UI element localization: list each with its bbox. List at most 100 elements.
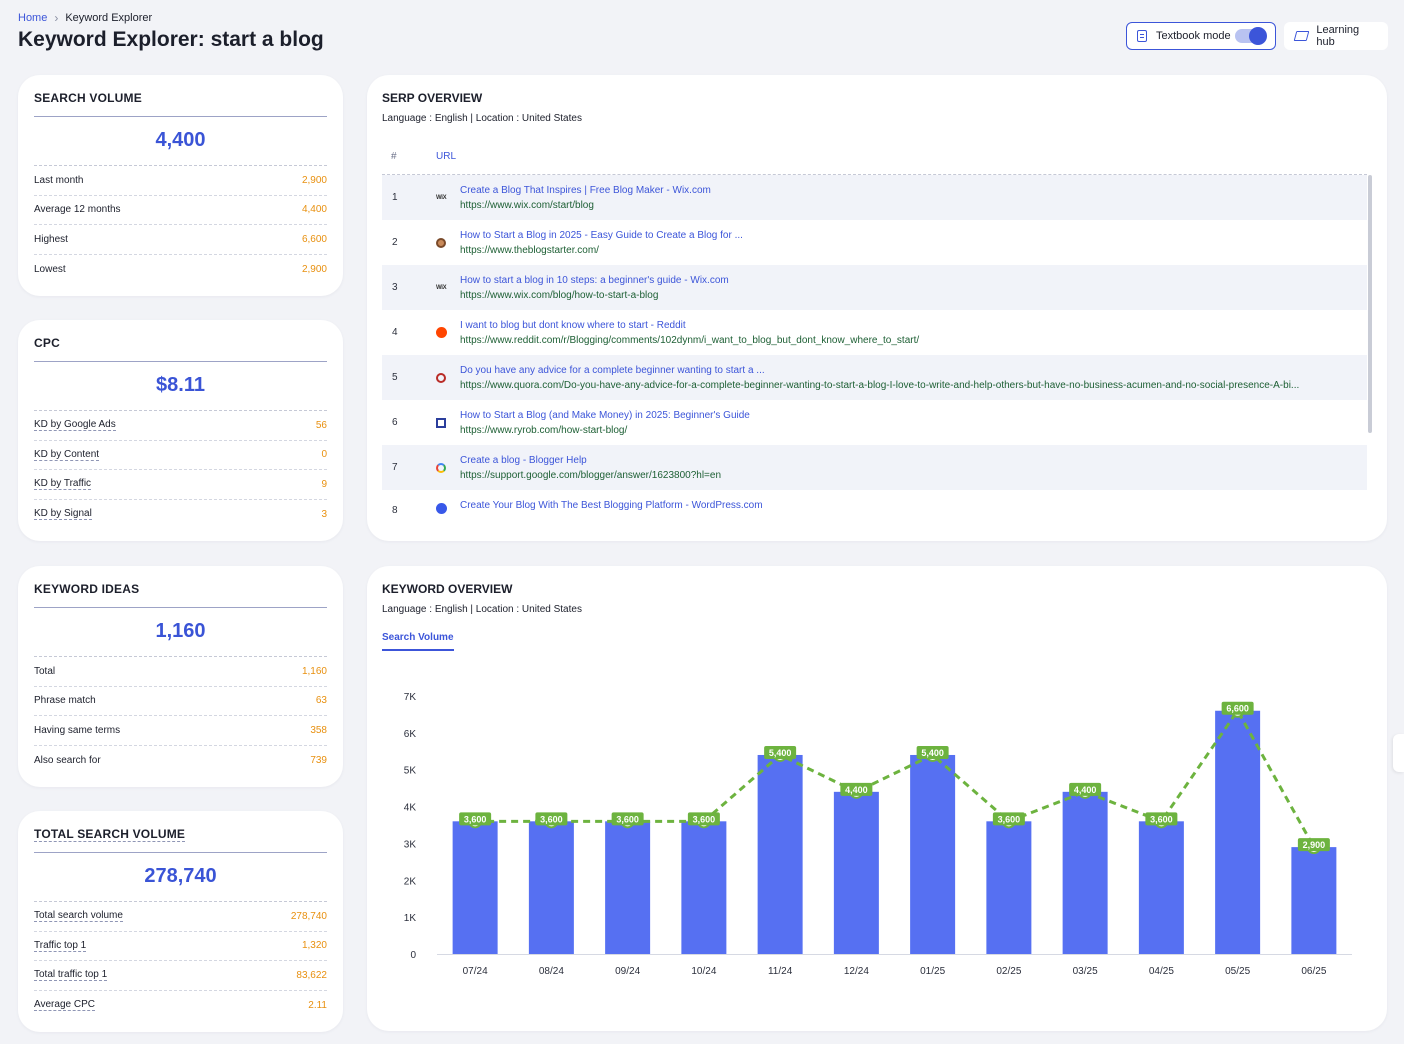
result-title-link[interactable]: Do you have any advice for a complete be… — [460, 365, 1367, 376]
metric-value: 358 — [310, 724, 327, 736]
page-title-keyword: start a blog — [210, 28, 324, 51]
metric-label[interactable]: KD by Google Ads — [34, 419, 116, 432]
y-tick-label: 6K — [404, 729, 417, 740]
textbook-mode-button[interactable]: Textbook mode — [1126, 22, 1276, 50]
metric-value: 56 — [315, 419, 327, 431]
result-text: Create a blog - Blogger Help https://sup… — [460, 455, 1367, 481]
metric-row: Having same terms 358 — [34, 716, 327, 746]
table-row: 7 Create a blog - Blogger Help https://s… — [382, 445, 1367, 490]
serp-table-body[interactable]: 1 WiX Create a Blog That Inspires | Free… — [382, 175, 1372, 515]
metric-label[interactable]: Total traffic top 1 — [34, 969, 108, 982]
table-row: 3 WiX How to start a blog in 10 steps: a… — [382, 265, 1367, 310]
data-label: 3,600 — [464, 814, 487, 824]
metric-value: 2.11 — [308, 999, 327, 1011]
keyword-ideas-card: KEYWORD IDEAS 1,160 Total 1,160 Phrase ma… — [18, 566, 343, 787]
result-title-link[interactable]: How to start a blog in 10 steps: a begin… — [460, 275, 1367, 286]
x-tick-label: 09/24 — [615, 966, 640, 977]
result-title-link[interactable]: Create Your Blog With The Best Blogging … — [460, 500, 1367, 511]
result-title-link[interactable]: Create a blog - Blogger Help — [460, 455, 1367, 466]
result-title-link[interactable]: I want to blog but dont know where to st… — [460, 320, 1367, 331]
keyword-overview-card: KEYWORD OVERVIEW Language : English | Lo… — [367, 566, 1387, 1031]
metric-label[interactable]: Average CPC — [34, 999, 95, 1012]
wix-icon: WiX — [436, 285, 460, 291]
metric-row: Highest 6,600 — [34, 225, 327, 255]
textbook-mode-label: Textbook mode — [1156, 30, 1231, 42]
result-url[interactable]: https://www.wix.com/blog/how-to-start-a-… — [460, 290, 1367, 301]
metric-label[interactable]: KD by Content — [34, 449, 100, 461]
metric-row: Lowest 2,900 — [34, 255, 327, 285]
metric-label: Having same terms — [34, 724, 121, 736]
data-label: 3,600 — [693, 814, 716, 824]
metric-row: Traffic top 1 1,320 — [34, 932, 327, 961]
result-title-link[interactable]: How to Start a Blog in 2025 - Easy Guide… — [460, 230, 1367, 241]
data-label: 4,400 — [845, 785, 868, 795]
total-search-volume-title: TOTAL SEARCH VOLUME — [34, 827, 327, 853]
toggle-knob — [1249, 27, 1267, 45]
result-url[interactable]: https://www.reddit.com/r/Blogging/commen… — [460, 335, 1367, 346]
serp-overview-title: SERP OVERVIEW — [382, 91, 483, 105]
metric-row: Total 1,160 — [34, 657, 327, 687]
table-row: 1 WiX Create a Blog That Inspires | Free… — [382, 175, 1367, 220]
chart-bar — [1062, 791, 1108, 954]
chart-bar — [1291, 847, 1337, 954]
result-text: How to Start a Blog in 2025 - Easy Guide… — [460, 230, 1367, 256]
y-tick-label: 3K — [404, 839, 417, 850]
metric-label: Phrase match — [34, 695, 96, 707]
table-row: 4 I want to blog but dont know where to … — [382, 310, 1367, 355]
data-label: 3,600 — [540, 814, 563, 824]
result-title-link[interactable]: Create a Blog That Inspires | Free Blog … — [460, 185, 1367, 196]
metric-row: Last month 2,900 — [34, 166, 327, 196]
page-title: Keyword Explorer: start a blog — [18, 28, 324, 52]
chart-bar — [986, 821, 1032, 954]
breadcrumb-home-link[interactable]: Home — [18, 12, 47, 24]
serp-overview-subtitle: Language : English | Location : United S… — [382, 113, 582, 124]
chart-bar — [1138, 821, 1184, 954]
serp-table-header: # URL — [382, 151, 1367, 175]
result-url[interactable]: https://support.google.com/blogger/answe… — [460, 470, 1367, 481]
serp-scrollbar[interactable] — [1368, 175, 1372, 433]
keyword-ideas-title: KEYWORD IDEAS — [34, 582, 327, 608]
result-url[interactable]: https://www.ryrob.com/how-start-blog/ — [460, 425, 1367, 436]
learning-hub-label: Learning hub — [1316, 24, 1360, 48]
data-label: 2,900 — [1303, 840, 1326, 850]
side-panel-handle[interactable] — [1393, 734, 1404, 772]
textbook-mode-toggle[interactable] — [1235, 27, 1267, 45]
x-tick-label: 06/25 — [1301, 966, 1326, 977]
y-tick-label: 0 — [410, 950, 416, 961]
chart-bar — [452, 821, 498, 954]
metric-row: KD by Google Ads 56 — [34, 411, 327, 441]
data-label: 5,400 — [921, 748, 944, 758]
metric-label: Last month — [34, 174, 84, 186]
total-search-volume-card: TOTAL SEARCH VOLUME 278,740 Total search… — [18, 811, 343, 1032]
ryrob-icon — [436, 417, 446, 428]
total-search-volume-title-text[interactable]: TOTAL SEARCH VOLUME — [34, 827, 186, 842]
metric-label: Average 12 months — [34, 204, 121, 216]
metric-row: Total search volume 278,740 — [34, 902, 327, 932]
metric-label: Lowest — [34, 263, 66, 275]
data-label: 3,600 — [998, 814, 1021, 824]
metric-row: Average 12 months 4,400 — [34, 196, 327, 225]
metric-label[interactable]: Traffic top 1 — [34, 940, 87, 952]
result-title-link[interactable]: How to Start a Blog (and Make Money) in … — [460, 410, 1367, 421]
result-url[interactable]: https://www.theblogstarter.com/ — [460, 245, 1367, 256]
result-text: How to start a blog in 10 steps: a begin… — [460, 275, 1367, 301]
metric-label[interactable]: Total search volume — [34, 910, 123, 923]
rank-number: 8 — [392, 505, 398, 515]
data-label: 6,600 — [1226, 704, 1249, 714]
metric-label[interactable]: KD by Traffic — [34, 478, 92, 491]
result-url[interactable]: https://www.wix.com/start/blog — [460, 200, 1367, 211]
total-search-volume-value: 278,740 — [34, 853, 327, 902]
metric-value: 4,400 — [301, 204, 327, 216]
x-tick-label: 08/24 — [539, 966, 564, 977]
metric-value: 63 — [315, 695, 327, 707]
x-tick-label: 02/25 — [996, 966, 1021, 977]
chevron-right-icon: › — [54, 11, 59, 25]
y-tick-label: 2K — [404, 876, 417, 887]
result-url[interactable]: https://www.quora.com/Do-you-have-any-ad… — [460, 380, 1367, 391]
metric-label[interactable]: KD by Signal — [34, 508, 92, 521]
rank-number: 3 — [392, 282, 398, 293]
page-title-prefix: Keyword Explorer: — [18, 28, 205, 51]
chart-bar — [681, 821, 727, 954]
metric-value: 2,900 — [301, 263, 327, 275]
learning-hub-button[interactable]: Learning hub — [1284, 22, 1388, 50]
